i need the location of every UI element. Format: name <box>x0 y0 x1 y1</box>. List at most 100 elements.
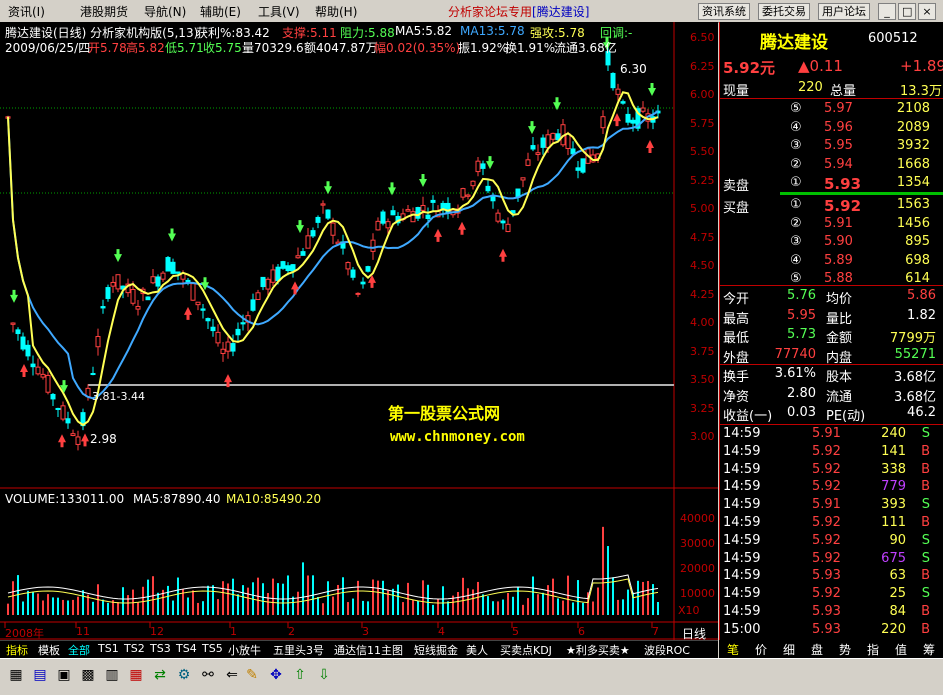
report-icon[interactable]: ▥ <box>104 667 120 683</box>
restore-button[interactable]: □ <box>898 3 916 20</box>
time-axis-label: 7 <box>652 625 659 638</box>
stat-value: 3.68亿 <box>894 370 936 385</box>
candle-body <box>350 269 356 278</box>
pencil-icon[interactable]: ✎ <box>244 667 260 683</box>
tick-volume: 338 <box>881 461 906 477</box>
tick-row[interactable]: 14:59 5.92 779 B <box>720 479 943 497</box>
tick-row[interactable]: 14:59 5.92 111 B <box>720 515 943 533</box>
menu-assist[interactable]: 辅助(E) <box>200 3 241 20</box>
forum-label: 分析家论坛专用[腾达建设] <box>448 5 590 19</box>
buy-level-row[interactable]: ⑤ 5.88 614 <box>720 271 943 289</box>
stat-value: 46.2 <box>907 405 936 420</box>
tick-row[interactable]: 14:59 5.91 240 S <box>720 426 943 444</box>
price-axis-label: 3.75 <box>690 344 715 358</box>
tick-row[interactable]: 15:00 5.93 220 B <box>720 622 943 640</box>
buy-level-row[interactable]: ② 5.91 1456 <box>720 216 943 234</box>
buy-level-row[interactable]: ③ 5.90 895 <box>720 234 943 252</box>
sell-level-row[interactable]: ④ 5.96 2089 <box>720 120 943 138</box>
menu-tools[interactable]: 工具(V) <box>258 3 300 20</box>
indicator-tab[interactable]: TS2 <box>124 642 145 655</box>
indicator-tab[interactable]: 模板 <box>38 642 60 658</box>
kline-chart[interactable]: 腾达建设(日线) 分析家机构版(5,13) 获利%:83.42 支撑:5.11 … <box>0 22 718 641</box>
sell-level-row[interactable]: ① 5.93 1354 <box>720 175 943 193</box>
buy-signal-arrow <box>499 248 507 262</box>
tick-volume: 393 <box>881 497 906 513</box>
time-axis-label: 12 <box>150 625 164 638</box>
minimize-button[interactable]: _ <box>878 3 896 20</box>
tick-side: S <box>921 550 930 566</box>
tick-row[interactable]: 14:59 5.92 25 S <box>720 586 943 604</box>
indicator-tab[interactable]: 五里头3号 <box>273 642 324 658</box>
tick-row[interactable]: 14:59 5.92 338 B <box>720 462 943 480</box>
tick-row[interactable]: 14:59 5.91 393 S <box>720 497 943 515</box>
tick-time: 14:59 <box>723 604 761 619</box>
grid-icon[interactable]: ▦ <box>128 667 144 683</box>
tool-icon[interactable]: ⚙ <box>176 667 192 683</box>
stat-label: 净资 <box>723 389 750 405</box>
user-forum-button[interactable]: 用户论坛 <box>818 3 870 20</box>
move-icon[interactable]: ✥ <box>268 667 284 683</box>
indicator-tab[interactable]: 指标 <box>6 642 28 658</box>
indicator-tab[interactable]: TS3 <box>150 642 171 655</box>
sell-level-row[interactable]: ⑤ 5.97 2108 <box>720 101 943 119</box>
buy-level-row[interactable]: ④ 5.89 698 <box>720 253 943 271</box>
candle-body <box>625 113 631 123</box>
menu-navigate[interactable]: 导航(N) <box>144 3 186 20</box>
down-arrow-icon[interactable]: ⇩ <box>316 667 332 683</box>
indicator-tab[interactable]: 短线掘金 <box>414 642 458 658</box>
indicator-tab[interactable]: ★利多买卖★ <box>566 642 630 658</box>
menu-hk-futures[interactable]: 港股期货 <box>80 3 128 20</box>
level-volume: 2089 <box>896 119 930 135</box>
up-arrow-icon[interactable]: ⇧ <box>292 667 308 683</box>
tick-price: 5.93 <box>812 621 841 637</box>
menu-help[interactable]: 帮助(H) <box>315 3 357 20</box>
indicator-tab[interactable]: TS4 <box>176 642 197 655</box>
quote-tab[interactable]: 势 <box>839 641 851 658</box>
indicator-tab[interactable]: 全部 <box>68 642 90 658</box>
calc-icon[interactable]: ▩ <box>80 667 96 683</box>
back-icon[interactable]: ⇐ <box>224 667 240 683</box>
window-icon[interactable]: ▣ <box>56 667 72 683</box>
volume-axis-label: 40000 <box>680 512 715 525</box>
stock-list-icon[interactable]: ▦ <box>8 667 24 683</box>
close-button[interactable]: × <box>918 3 936 20</box>
level-volume: 614 <box>905 271 930 286</box>
quote-tab[interactable]: 细 <box>783 641 795 658</box>
quote-tab[interactable]: 筹 <box>923 641 935 658</box>
indicator-tab[interactable]: 通达信11主图 <box>334 642 403 658</box>
quote-tab[interactable]: 笔 <box>727 641 739 658</box>
chart-canvas[interactable] <box>0 22 718 640</box>
tick-row[interactable]: 14:59 5.92 141 B <box>720 444 943 462</box>
tick-row[interactable]: 14:59 5.92 90 S <box>720 533 943 551</box>
indicator-tab[interactable]: TS1 <box>98 642 119 655</box>
sell-level-row[interactable]: ② 5.94 1668 <box>720 157 943 175</box>
menu-news[interactable]: 资讯(I) <box>8 3 45 20</box>
candle-body <box>230 343 236 352</box>
chart-icon[interactable]: ▤ <box>32 667 48 683</box>
buy-level-row[interactable]: ① 5.92 1563 <box>720 197 943 215</box>
link-icon[interactable]: ⚯ <box>200 667 216 683</box>
quote-tab[interactable]: 盘 <box>811 641 823 658</box>
indicator-tab[interactable]: 买卖点KDJ <box>500 642 552 658</box>
level-price: 5.97 <box>824 101 853 116</box>
tick-row[interactable]: 14:59 5.93 84 B <box>720 604 943 622</box>
indicator-tab[interactable]: 小放牛 <box>228 642 261 658</box>
stat-label: 换手 <box>723 370 750 385</box>
indicator-tab[interactable]: 美人 <box>466 642 488 658</box>
quote-tab[interactable]: 值 <box>895 641 907 658</box>
quote-tab[interactable]: 价 <box>755 641 767 658</box>
bar-high: 高5.82 <box>126 41 165 55</box>
stat-value: 5.95 <box>787 307 816 323</box>
stat-value: 5.86 <box>907 288 936 303</box>
time-axis-label: 3 <box>362 625 369 638</box>
indicator-tab[interactable]: 波段ROC <box>644 642 690 658</box>
quote-tab[interactable]: 指 <box>867 641 879 658</box>
tick-row[interactable]: 14:59 5.93 63 B <box>720 568 943 586</box>
sell-level-row[interactable]: ③ 5.95 3932 <box>720 138 943 156</box>
indicator-tab[interactable]: TS5 <box>202 642 223 655</box>
trade-button[interactable]: 委托交易 <box>758 3 810 20</box>
tick-row[interactable]: 14:59 5.92 675 S <box>720 551 943 569</box>
sync-icon[interactable]: ⇄ <box>152 667 168 683</box>
news-system-button[interactable]: 资讯系统 <box>698 3 750 20</box>
candle-body <box>50 393 56 400</box>
